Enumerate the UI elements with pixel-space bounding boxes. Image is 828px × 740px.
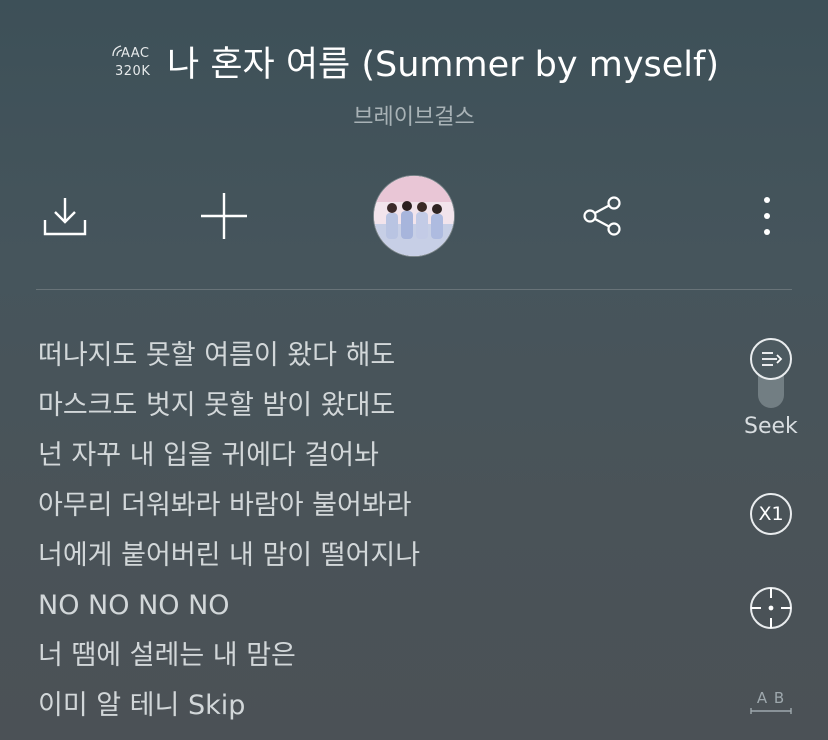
album-art-image (374, 176, 454, 256)
album-art-thumbnail[interactable] (374, 176, 454, 256)
locate-current-lyric-button[interactable] (750, 587, 792, 629)
divider (36, 289, 792, 290)
title-row: AAC 320K 나 혼자 여름 (Summer by myself) (0, 36, 828, 87)
lyric-line[interactable]: 이미 알 테니 Skip (38, 686, 718, 736)
translation-toggle-button[interactable]: A B (748, 686, 794, 720)
ab-underline-icon (750, 708, 792, 714)
download-icon (43, 198, 87, 236)
lyric-line[interactable]: NO NO NO NO (38, 586, 718, 636)
lyrics-seek-icon (762, 352, 783, 366)
lyric-line[interactable]: 너에게 붙어버린 내 맘이 떨어지나 (38, 536, 718, 586)
lyric-line[interactable]: 너 땜에 설레는 내 맘은 (38, 636, 718, 686)
ab-text-icon: A B (756, 689, 786, 707)
plus-icon (201, 193, 247, 239)
audio-codec: AAC (121, 45, 150, 61)
lyrics-list: 떠나지도 못할 여름이 왔다 해도 마스크도 벗지 못할 밤이 왔대도 넌 자꾸… (38, 336, 718, 736)
share-icon (583, 196, 621, 236)
more-vertical-icon (764, 197, 770, 235)
download-button[interactable] (40, 176, 90, 256)
seek-label: Seek (744, 414, 798, 439)
seek-toggle-button[interactable] (750, 338, 792, 380)
add-to-playlist-button[interactable] (198, 176, 250, 256)
lyric-line[interactable]: 떠나지도 못할 여름이 왔다 해도 (38, 336, 718, 386)
more-options-button[interactable] (752, 176, 782, 256)
lyric-line[interactable]: 넌 자꾸 내 입을 귀에다 걸어놔 (38, 436, 718, 486)
song-header: AAC 320K 나 혼자 여름 (Summer by myself) 브레이브… (0, 36, 828, 131)
audio-quality-badge: AAC 320K (109, 40, 157, 84)
playback-speed-button[interactable]: X1 (750, 493, 792, 535)
lyric-line[interactable]: 마스크도 벗지 못할 밤이 왔대도 (38, 386, 718, 436)
crosshair-icon (751, 588, 791, 628)
lyric-line[interactable]: 아무리 더워봐라 바람아 불어봐라 (38, 486, 718, 536)
audio-bitrate: 320K (115, 63, 151, 79)
song-title: 나 혼자 여름 (Summer by myself) (167, 45, 719, 85)
playback-speed-label: X1 (758, 503, 784, 525)
share-button[interactable] (580, 176, 624, 256)
artist-name[interactable]: 브레이브걸스 (0, 99, 828, 131)
